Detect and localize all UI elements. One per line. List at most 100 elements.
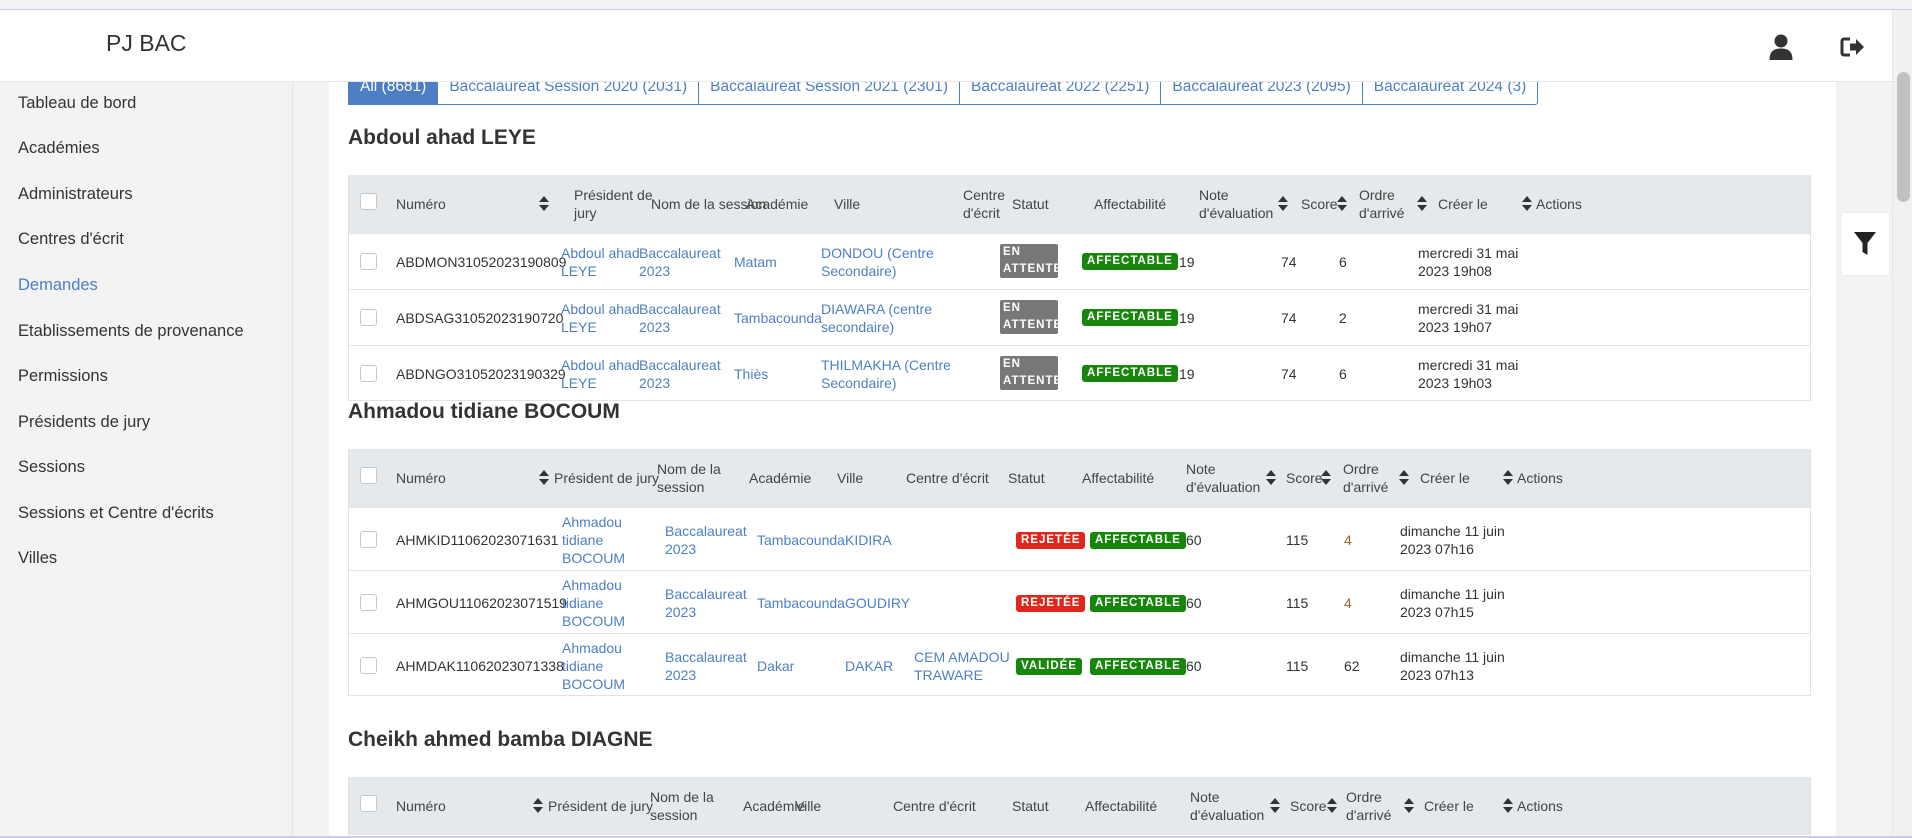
sidebar-item-permissions[interactable]: Permissions <box>18 367 108 386</box>
cell-session-link[interactable]: Baccalaureat 2023 <box>665 585 755 621</box>
sort-icon[interactable] <box>1327 798 1337 814</box>
col-note[interactable]: Note d'évaluation <box>1190 788 1280 824</box>
cell-session-link[interactable]: Baccalaureat 2023 <box>639 244 729 280</box>
cell-ville-link[interactable]: GOUDIRY <box>845 594 910 612</box>
sort-icon[interactable] <box>539 196 549 212</box>
user-icon[interactable] <box>1766 32 1796 62</box>
col-numero[interactable]: Numéro <box>396 469 446 487</box>
col-statut[interactable]: Statut <box>1012 797 1049 815</box>
cell-session-link[interactable]: Baccalaureat 2023 <box>665 522 755 558</box>
col-affectabilite[interactable]: Affectabilité <box>1085 797 1157 815</box>
cell-president-link[interactable]: Abdoul ahad LEYE <box>561 300 641 336</box>
sidebar-item-tableau-de-bord[interactable]: Tableau de bord <box>18 94 136 113</box>
col-cree[interactable]: Créer le <box>1424 797 1474 815</box>
col-score[interactable]: Score <box>1301 195 1338 213</box>
tab-session-2021[interactable]: Baccalaureat Session 2021 (2301) <box>699 82 960 105</box>
table-row[interactable]: AHMKID11062023071631 Ahmadou tidiane BOC… <box>349 507 1810 570</box>
col-statut[interactable]: Statut <box>1012 195 1049 213</box>
sort-icon[interactable] <box>533 798 543 814</box>
table-row[interactable]: AHMGOU11062023071519 Ahmadou tidiane BOC… <box>349 570 1810 633</box>
cell-academie-link[interactable]: Tambacounda <box>734 309 822 327</box>
col-academie[interactable]: Académie <box>746 195 808 213</box>
logout-icon[interactable] <box>1838 32 1868 62</box>
cell-session-link[interactable]: Baccalaureat 2023 <box>665 648 755 684</box>
row-checkbox[interactable] <box>360 531 377 548</box>
tab-2023[interactable]: Baccalaureat 2023 (2095) <box>1161 82 1363 105</box>
col-cree[interactable]: Créer le <box>1438 195 1488 213</box>
row-checkbox[interactable] <box>360 253 377 270</box>
col-session[interactable]: Nom de la session <box>650 788 730 824</box>
col-note[interactable]: Note d'évaluation <box>1199 186 1289 222</box>
scrollbar-thumb[interactable] <box>1897 72 1910 202</box>
cell-ville-link[interactable]: KIDIRA <box>845 531 892 549</box>
sidebar-item-villes[interactable]: Villes <box>18 549 57 568</box>
cell-ville-link[interactable]: DONDOU (Centre Secondaire) <box>821 244 961 280</box>
sort-icon[interactable] <box>1417 196 1427 212</box>
sidebar-item-sessions-centres[interactable]: Sessions et Centre d'écrits <box>18 504 214 523</box>
select-all-checkbox[interactable] <box>360 795 377 812</box>
col-centre[interactable]: Centre d'écrit <box>963 186 1019 222</box>
filter-button[interactable] <box>1841 213 1889 275</box>
cell-academie-link[interactable]: Thiès <box>734 365 768 383</box>
sort-icon[interactable] <box>1503 798 1513 814</box>
col-numero[interactable]: Numéro <box>396 195 446 213</box>
sidebar-item-academies[interactable]: Académies <box>18 139 100 158</box>
cell-academie-link[interactable]: Tambacounda <box>757 594 845 612</box>
col-academie[interactable]: Académie <box>749 469 811 487</box>
row-checkbox[interactable] <box>360 365 377 382</box>
sidebar-item-etablissements[interactable]: Etablissements de provenance <box>18 322 244 341</box>
col-ordre[interactable]: Ordre d'arrivé <box>1359 186 1419 222</box>
col-ville[interactable]: Ville <box>795 797 821 815</box>
table-row[interactable]: AHMDAK11062023071338 Ahmadou tidiane BOC… <box>349 633 1810 696</box>
col-president[interactable]: Président de jury <box>574 186 656 222</box>
select-all-checkbox[interactable] <box>360 193 377 210</box>
sidebar-item-sessions[interactable]: Sessions <box>18 458 85 477</box>
col-centre[interactable]: Centre d'écrit <box>893 797 976 815</box>
vertical-scrollbar[interactable] <box>1892 10 1912 838</box>
sort-icon[interactable] <box>1270 798 1280 814</box>
sidebar-item-presidents-de-jury[interactable]: Présidents de jury <box>18 413 150 432</box>
col-centre[interactable]: Centre d'écrit <box>906 469 989 487</box>
filter-icon[interactable] <box>1853 230 1877 258</box>
row-checkbox[interactable] <box>360 309 377 326</box>
sidebar-item-demandes[interactable]: Demandes <box>18 276 98 295</box>
brand-title[interactable]: PJ BAC <box>106 30 187 57</box>
table-row[interactable]: ABDMON31052023190809 Abdoul ahad LEYE Ba… <box>349 233 1810 289</box>
tab-2022[interactable]: Baccalaureat 2022 (2251) <box>960 82 1162 105</box>
row-checkbox[interactable] <box>360 594 377 611</box>
cell-centre-link[interactable]: CEM AMADOU TRAWARE <box>914 648 1024 684</box>
sort-icon[interactable] <box>1404 798 1414 814</box>
sidebar-item-administrateurs[interactable]: Administrateurs <box>18 185 133 204</box>
sort-icon[interactable] <box>1399 470 1409 486</box>
col-president[interactable]: Président de jury <box>548 797 653 815</box>
cell-president-link[interactable]: Ahmadou tidiane BOCOUM <box>562 639 628 693</box>
col-note[interactable]: Note d'évaluation <box>1186 460 1276 496</box>
cell-academie-link[interactable]: Tambacounda <box>757 531 845 549</box>
tab-2024[interactable]: Baccalaureat 2024 (3) <box>1362 82 1539 105</box>
tab-session-2020[interactable]: Baccalaureat Session 2020 (2031) <box>438 82 700 105</box>
col-cree[interactable]: Créer le <box>1420 469 1470 487</box>
col-ville[interactable]: Ville <box>834 195 860 213</box>
sort-icon[interactable] <box>1278 196 1288 212</box>
cell-academie-link[interactable]: Dakar <box>757 657 794 675</box>
col-ordre[interactable]: Ordre d'arrivé <box>1346 788 1406 824</box>
col-numero[interactable]: Numéro <box>396 797 446 815</box>
cell-ville-link[interactable]: DAKAR <box>845 657 893 675</box>
table-row[interactable]: ABDNGO31052023190329 Abdoul ahad LEYE Ba… <box>349 345 1810 401</box>
col-score[interactable]: Score <box>1290 797 1327 815</box>
col-ville[interactable]: Ville <box>837 469 863 487</box>
col-session[interactable]: Nom de la session <box>657 460 737 496</box>
sort-icon[interactable] <box>1321 470 1331 486</box>
col-affectabilite[interactable]: Affectabilité <box>1094 195 1166 213</box>
col-ordre[interactable]: Ordre d'arrivé <box>1343 460 1403 496</box>
table-row[interactable]: ABDSAG31052023190720 Abdoul ahad LEYE Ba… <box>349 289 1810 345</box>
col-affectabilite[interactable]: Affectabilité <box>1082 469 1154 487</box>
cell-ville-link[interactable]: THILMAKHA (Centre Secondaire) <box>821 356 961 392</box>
cell-session-link[interactable]: Baccalaureat 2023 <box>639 356 729 392</box>
cell-president-link[interactable]: Ahmadou tidiane BOCOUM <box>562 513 628 567</box>
sort-icon[interactable] <box>1503 470 1513 486</box>
tab-all[interactable]: All (8681) <box>348 82 439 105</box>
sort-icon[interactable] <box>1337 196 1347 212</box>
cell-academie-link[interactable]: Matam <box>734 253 777 271</box>
sort-icon[interactable] <box>539 470 549 486</box>
